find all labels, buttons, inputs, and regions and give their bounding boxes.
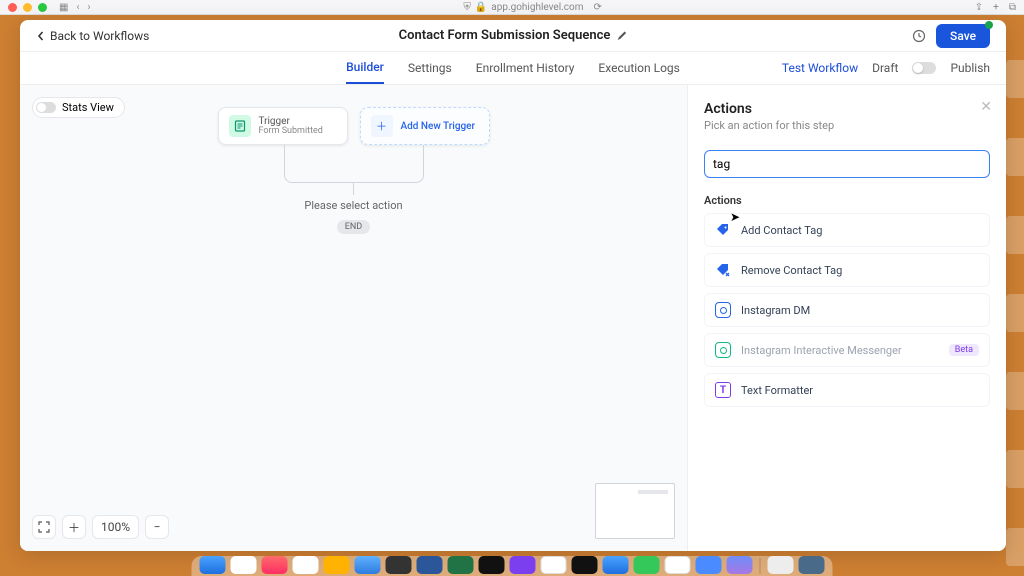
tab-enrollment-history[interactable]: Enrollment History — [476, 53, 575, 83]
tabs-icon[interactable]: ⧉ — [1009, 2, 1016, 13]
instagram-icon — [715, 342, 731, 358]
back-label: Back to Workflows — [50, 29, 149, 43]
desktop-widgets — [1006, 60, 1024, 566]
clock-icon[interactable] — [912, 29, 926, 43]
zoom-out-button[interactable]: − — [145, 515, 169, 539]
fwd-icon[interactable]: › — [87, 2, 90, 13]
lock-icon: 🔒 — [475, 2, 487, 13]
shield-icon: ⛨ — [463, 2, 471, 13]
instagram-icon — [715, 302, 731, 318]
zoom-in-button[interactable]: ＋ — [62, 515, 86, 539]
add-trigger-label: Add New Trigger — [401, 121, 476, 132]
panel-section-label: Actions — [704, 194, 990, 207]
beta-badge: Beta — [949, 344, 979, 356]
action-list: Add Contact Tag Remove Contact Tag Insta… — [704, 213, 990, 413]
plus-icon: ＋ — [371, 115, 393, 137]
action-label: Add Contact Tag — [741, 224, 822, 237]
traffic-lights[interactable] — [8, 3, 47, 12]
panel-title: Actions — [704, 101, 990, 117]
workflow-canvas[interactable]: Stats View Trigger Form Submitted ＋ — [20, 85, 688, 551]
test-workflow[interactable]: Test Workflow — [782, 61, 858, 75]
draft-label: Draft — [872, 61, 898, 75]
action-search-input[interactable] — [704, 150, 990, 178]
zoom-controls: ＋ 100% − — [32, 515, 169, 539]
browser-chrome: ▦ ‹ › ⛨ 🔒 app.gohighlevel.com ⟳ ⇪ + ⧉ — [0, 0, 1024, 15]
action-label: Text Formatter — [741, 384, 813, 397]
tabbar: Builder Settings Enrollment History Exec… — [20, 52, 1006, 85]
refresh-icon[interactable]: ⟳ — [594, 2, 602, 13]
back-icon[interactable]: ‹ — [76, 2, 79, 13]
sidebar-icon[interactable]: ▦ — [59, 2, 68, 13]
tag-remove-icon — [715, 262, 731, 278]
action-label: Remove Contact Tag — [741, 264, 842, 277]
tab-builder[interactable]: Builder — [346, 52, 384, 84]
trigger-sub: Form Submitted — [259, 127, 323, 137]
end-pill: END — [337, 220, 370, 234]
back-to-workflows[interactable]: Back to Workflows — [36, 29, 149, 43]
action-label: Instagram Interactive Messenger — [741, 344, 902, 357]
action-text-formatter[interactable]: T Text Formatter — [704, 373, 990, 407]
stats-toggle[interactable] — [36, 102, 56, 113]
form-icon — [229, 115, 251, 137]
action-instagram-dm[interactable]: Instagram DM — [704, 293, 990, 327]
address-bar[interactable]: app.gohighlevel.com — [491, 2, 583, 13]
action-add-contact-tag[interactable]: Add Contact Tag — [704, 213, 990, 247]
page-title: Contact Form Submission Sequence — [399, 28, 611, 43]
add-trigger-node[interactable]: ＋ Add New Trigger — [360, 107, 490, 145]
publish-label: Publish — [950, 61, 990, 75]
fit-screen-button[interactable] — [32, 515, 56, 539]
close-icon[interactable]: ✕ — [980, 99, 992, 115]
unsaved-badge — [985, 21, 993, 29]
mac-dock[interactable] — [192, 556, 833, 576]
save-label: Save — [950, 29, 976, 43]
trigger-node[interactable]: Trigger Form Submitted — [218, 107, 348, 145]
stats-label: Stats View — [62, 101, 114, 114]
actions-panel: ✕ Actions Pick an action for this step A… — [688, 85, 1006, 551]
trigger-title: Trigger — [259, 116, 323, 127]
new-tab-icon[interactable]: + — [993, 2, 999, 13]
topbar: Back to Workflows Contact Form Submissio… — [20, 20, 1006, 52]
save-button[interactable]: Save — [936, 24, 990, 48]
connector — [284, 145, 424, 183]
action-label: Instagram DM — [741, 304, 810, 317]
chevron-left-icon — [36, 31, 46, 41]
connector-stem — [353, 183, 354, 195]
minimap[interactable] — [595, 483, 675, 539]
select-action-label: Please select action — [304, 199, 402, 212]
text-formatter-icon: T — [715, 382, 731, 398]
zoom-level: 100% — [92, 515, 139, 539]
share-icon[interactable]: ⇪ — [975, 2, 983, 13]
pencil-icon[interactable] — [616, 30, 627, 41]
panel-subtitle: Pick an action for this step — [704, 119, 990, 132]
publish-toggle[interactable] — [912, 62, 936, 74]
action-remove-contact-tag[interactable]: Remove Contact Tag — [704, 253, 990, 287]
stats-view-chip[interactable]: Stats View — [32, 97, 125, 118]
tab-execution-logs[interactable]: Execution Logs — [598, 53, 679, 83]
app-window: Back to Workflows Contact Form Submissio… — [20, 20, 1006, 551]
tab-settings[interactable]: Settings — [408, 53, 452, 83]
tag-icon — [715, 222, 731, 238]
action-instagram-interactive[interactable]: Instagram Interactive Messenger Beta — [704, 333, 990, 367]
